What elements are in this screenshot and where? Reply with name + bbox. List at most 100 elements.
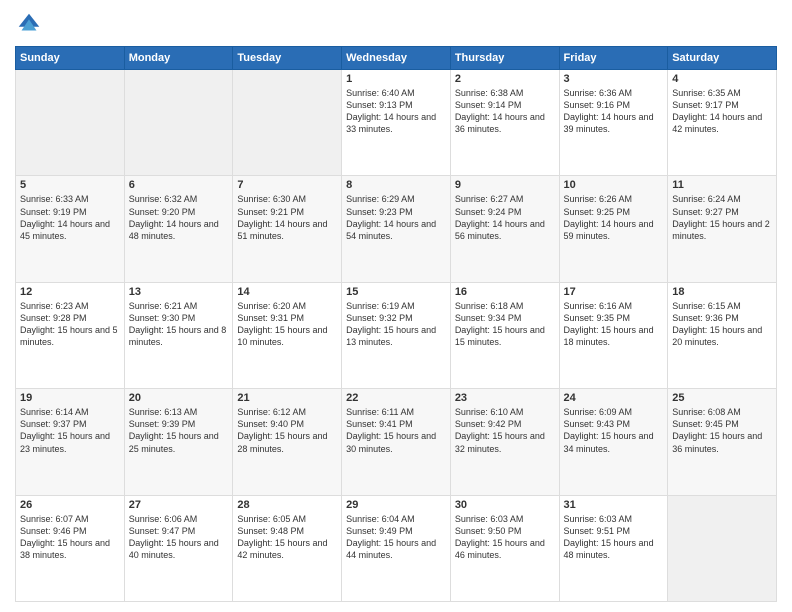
calendar-cell: 26 Sunrise: 6:07 AM Sunset: 9:46 PM Dayli… xyxy=(16,495,125,601)
calendar-cell xyxy=(233,70,342,176)
day-info: Sunrise: 6:33 AM Sunset: 9:19 PM Dayligh… xyxy=(20,193,120,242)
day-info: Sunrise: 6:27 AM Sunset: 9:24 PM Dayligh… xyxy=(455,193,555,242)
weekday-header-sunday: Sunday xyxy=(16,47,125,70)
calendar-cell: 19 Sunrise: 6:14 AM Sunset: 9:37 PM Dayli… xyxy=(16,389,125,495)
calendar-cell: 23 Sunrise: 6:10 AM Sunset: 9:42 PM Dayli… xyxy=(450,389,559,495)
day-info: Sunrise: 6:03 AM Sunset: 9:51 PM Dayligh… xyxy=(564,513,664,562)
day-info: Sunrise: 6:16 AM Sunset: 9:35 PM Dayligh… xyxy=(564,300,664,349)
calendar-cell: 25 Sunrise: 6:08 AM Sunset: 9:45 PM Dayli… xyxy=(668,389,777,495)
day-number: 22 xyxy=(346,392,446,404)
calendar-cell: 27 Sunrise: 6:06 AM Sunset: 9:47 PM Dayli… xyxy=(124,495,233,601)
day-info: Sunrise: 6:38 AM Sunset: 9:14 PM Dayligh… xyxy=(455,87,555,136)
calendar-cell: 29 Sunrise: 6:04 AM Sunset: 9:49 PM Dayli… xyxy=(342,495,451,601)
weekday-header-thursday: Thursday xyxy=(450,47,559,70)
day-info: Sunrise: 6:06 AM Sunset: 9:47 PM Dayligh… xyxy=(129,513,229,562)
day-number: 16 xyxy=(455,286,555,298)
week-row-4: 19 Sunrise: 6:14 AM Sunset: 9:37 PM Dayli… xyxy=(16,389,777,495)
logo xyxy=(15,10,47,38)
day-info: Sunrise: 6:19 AM Sunset: 9:32 PM Dayligh… xyxy=(346,300,446,349)
calendar-cell: 13 Sunrise: 6:21 AM Sunset: 9:30 PM Dayli… xyxy=(124,282,233,388)
day-number: 27 xyxy=(129,499,229,511)
day-number: 13 xyxy=(129,286,229,298)
day-info: Sunrise: 6:04 AM Sunset: 9:49 PM Dayligh… xyxy=(346,513,446,562)
day-number: 25 xyxy=(672,392,772,404)
weekday-header-saturday: Saturday xyxy=(668,47,777,70)
calendar-cell: 17Sunrise: 6:16 AM Sunset: 9:35 PM Dayli… xyxy=(559,282,668,388)
day-info: Sunrise: 6:03 AM Sunset: 9:50 PM Dayligh… xyxy=(455,513,555,562)
week-row-1: 1 Sunrise: 6:40 AM Sunset: 9:13 PM Daylig… xyxy=(16,70,777,176)
calendar-cell: 30Sunrise: 6:03 AM Sunset: 9:50 PM Dayli… xyxy=(450,495,559,601)
day-number: 8 xyxy=(346,179,446,191)
day-number: 24 xyxy=(564,392,664,404)
day-info: Sunrise: 6:11 AM Sunset: 9:41 PM Dayligh… xyxy=(346,406,446,455)
day-info: Sunrise: 6:10 AM Sunset: 9:42 PM Dayligh… xyxy=(455,406,555,455)
day-info: Sunrise: 6:14 AM Sunset: 9:37 PM Dayligh… xyxy=(20,406,120,455)
calendar-cell: 12Sunrise: 6:23 AM Sunset: 9:28 PM Dayli… xyxy=(16,282,125,388)
week-row-5: 26 Sunrise: 6:07 AM Sunset: 9:46 PM Dayli… xyxy=(16,495,777,601)
page: SundayMondayTuesdayWednesdayThursdayFrid… xyxy=(0,0,792,612)
calendar-cell xyxy=(124,70,233,176)
day-info: Sunrise: 6:35 AM Sunset: 9:17 PM Dayligh… xyxy=(672,87,772,136)
calendar-cell: 10 Sunrise: 6:26 AM Sunset: 9:25 PM Dayli… xyxy=(559,176,668,282)
day-number: 5 xyxy=(20,179,120,191)
day-number: 10 xyxy=(564,179,664,191)
calendar-cell: 4 Sunrise: 6:35 AM Sunset: 9:17 PM Daylig… xyxy=(668,70,777,176)
day-number: 19 xyxy=(20,392,120,404)
day-number: 2 xyxy=(455,73,555,85)
day-info: Sunrise: 6:29 AM Sunset: 9:23 PM Dayligh… xyxy=(346,193,446,242)
header xyxy=(15,10,777,38)
calendar-cell: 24 Sunrise: 6:09 AM Sunset: 9:43 PM Dayli… xyxy=(559,389,668,495)
weekday-header-monday: Monday xyxy=(124,47,233,70)
weekday-header-row: SundayMondayTuesdayWednesdayThursdayFrid… xyxy=(16,47,777,70)
day-info: Sunrise: 6:36 AM Sunset: 9:16 PM Dayligh… xyxy=(564,87,664,136)
day-info: Sunrise: 6:05 AM Sunset: 9:48 PM Dayligh… xyxy=(237,513,337,562)
calendar-cell: 7 Sunrise: 6:30 AM Sunset: 9:21 PM Daylig… xyxy=(233,176,342,282)
day-info: Sunrise: 6:13 AM Sunset: 9:39 PM Dayligh… xyxy=(129,406,229,455)
day-info: Sunrise: 6:40 AM Sunset: 9:13 PM Dayligh… xyxy=(346,87,446,136)
day-number: 23 xyxy=(455,392,555,404)
calendar-cell: 18 Sunrise: 6:15 AM Sunset: 9:36 PM Dayli… xyxy=(668,282,777,388)
calendar-cell: 21 Sunrise: 6:12 AM Sunset: 9:40 PM Dayli… xyxy=(233,389,342,495)
calendar-cell: 9 Sunrise: 6:27 AM Sunset: 9:24 PM Daylig… xyxy=(450,176,559,282)
logo-icon xyxy=(15,10,43,38)
calendar-cell xyxy=(16,70,125,176)
calendar-cell: 8 Sunrise: 6:29 AM Sunset: 9:23 PM Daylig… xyxy=(342,176,451,282)
calendar-table: SundayMondayTuesdayWednesdayThursdayFrid… xyxy=(15,46,777,602)
day-number: 4 xyxy=(672,73,772,85)
day-number: 1 xyxy=(346,73,446,85)
calendar-cell: 11Sunrise: 6:24 AM Sunset: 9:27 PM Dayli… xyxy=(668,176,777,282)
day-number: 29 xyxy=(346,499,446,511)
day-info: Sunrise: 6:26 AM Sunset: 9:25 PM Dayligh… xyxy=(564,193,664,242)
week-row-2: 5 Sunrise: 6:33 AM Sunset: 9:19 PM Daylig… xyxy=(16,176,777,282)
day-number: 7 xyxy=(237,179,337,191)
day-number: 6 xyxy=(129,179,229,191)
day-info: Sunrise: 6:21 AM Sunset: 9:30 PM Dayligh… xyxy=(129,300,229,349)
day-info: Sunrise: 6:07 AM Sunset: 9:46 PM Dayligh… xyxy=(20,513,120,562)
calendar-cell: 1 Sunrise: 6:40 AM Sunset: 9:13 PM Daylig… xyxy=(342,70,451,176)
calendar-cell: 3Sunrise: 6:36 AM Sunset: 9:16 PM Daylig… xyxy=(559,70,668,176)
day-number: 15 xyxy=(346,286,446,298)
day-info: Sunrise: 6:30 AM Sunset: 9:21 PM Dayligh… xyxy=(237,193,337,242)
weekday-header-wednesday: Wednesday xyxy=(342,47,451,70)
calendar-cell xyxy=(668,495,777,601)
day-info: Sunrise: 6:12 AM Sunset: 9:40 PM Dayligh… xyxy=(237,406,337,455)
day-info: Sunrise: 6:15 AM Sunset: 9:36 PM Dayligh… xyxy=(672,300,772,349)
day-number: 26 xyxy=(20,499,120,511)
day-number: 12 xyxy=(20,286,120,298)
calendar-cell: 2 Sunrise: 6:38 AM Sunset: 9:14 PM Daylig… xyxy=(450,70,559,176)
calendar-cell: 15 Sunrise: 6:19 AM Sunset: 9:32 PM Dayli… xyxy=(342,282,451,388)
calendar-cell: 6Sunrise: 6:32 AM Sunset: 9:20 PM Daylig… xyxy=(124,176,233,282)
weekday-header-tuesday: Tuesday xyxy=(233,47,342,70)
day-info: Sunrise: 6:09 AM Sunset: 9:43 PM Dayligh… xyxy=(564,406,664,455)
calendar-cell: 31Sunrise: 6:03 AM Sunset: 9:51 PM Dayli… xyxy=(559,495,668,601)
day-info: Sunrise: 6:08 AM Sunset: 9:45 PM Dayligh… xyxy=(672,406,772,455)
calendar-cell: 20 Sunrise: 6:13 AM Sunset: 9:39 PM Dayli… xyxy=(124,389,233,495)
day-number: 14 xyxy=(237,286,337,298)
calendar-cell: 22 Sunrise: 6:11 AM Sunset: 9:41 PM Dayli… xyxy=(342,389,451,495)
day-number: 21 xyxy=(237,392,337,404)
day-number: 20 xyxy=(129,392,229,404)
day-number: 18 xyxy=(672,286,772,298)
day-number: 9 xyxy=(455,179,555,191)
day-info: Sunrise: 6:20 AM Sunset: 9:31 PM Dayligh… xyxy=(237,300,337,349)
day-number: 11 xyxy=(672,179,772,191)
